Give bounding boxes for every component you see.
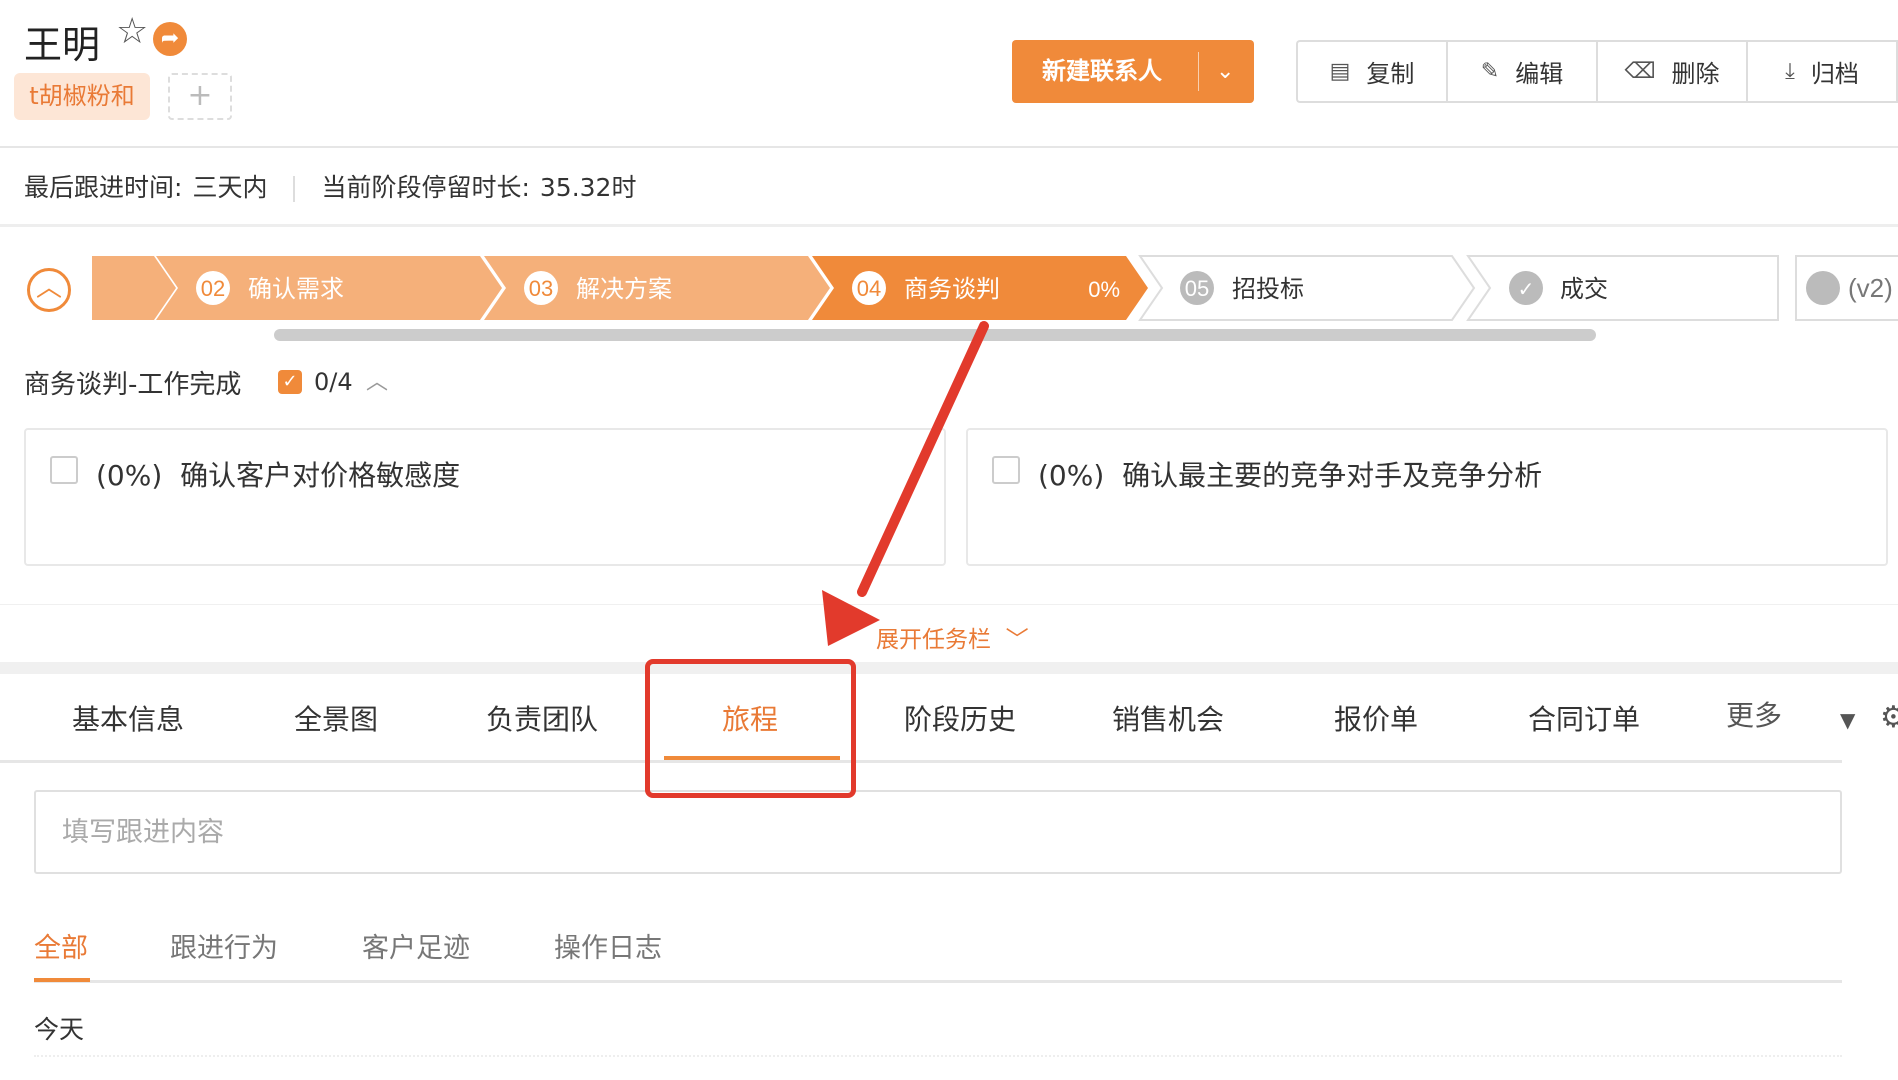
task-card: (0%) 确认客户对价格敏感度 — [24, 428, 946, 566]
stage-step-03[interactable]: 03 解决方案 — [484, 256, 830, 320]
copy-button[interactable]: ▤ 复制 — [1298, 42, 1448, 101]
task-text: (0%) 确认客户对价格敏感度 — [96, 459, 461, 492]
action-button-group: ▤ 复制 ✎ 编辑 ⌫ 删除 ⤓ 归档 — [1296, 40, 1898, 103]
record-meta: 最后跟进时间: 三天内 当前阶段停留时长: 35.32时 — [24, 168, 636, 204]
tab-row-divider — [0, 760, 1842, 763]
expand-task-bar-link[interactable]: 展开任务栏 ﹀ — [876, 620, 1029, 654]
new-contact-label: 新建联系人 — [1042, 57, 1162, 85]
collapse-stage-button[interactable]: ︿ — [27, 268, 71, 312]
task-section-title: 商务谈判-工作完成 — [24, 370, 242, 400]
edit-label: 编辑 — [1515, 60, 1564, 88]
stage-label: 成交 — [1560, 275, 1608, 303]
stage-progress-bar: 02 确认需求 03 解决方案 04 商务谈判 0% 05 招投标 ✓ 成交 (… — [92, 255, 1898, 321]
subtab-all[interactable]: 全部 — [34, 926, 88, 965]
followup-input-box[interactable] — [34, 790, 1842, 874]
tab-basic-info[interactable]: 基本信息 — [72, 698, 184, 738]
edit-icon: ✎ — [1480, 59, 1500, 84]
tab-contracts[interactable]: 合同订单 — [1528, 698, 1640, 738]
edit-button[interactable]: ✎ 编辑 — [1448, 42, 1598, 101]
delete-button[interactable]: ⌫ 删除 — [1598, 42, 1748, 101]
check-icon: ✓ — [1518, 277, 1535, 301]
new-contact-button[interactable]: 新建联系人 ⌄ — [1012, 40, 1254, 103]
stage-step-closed[interactable]: ✓ 成交 — [1466, 255, 1779, 321]
copy-icon: ▤ — [1329, 59, 1351, 84]
chevron-up-icon[interactable]: ︿ — [366, 364, 388, 396]
stage-num: 05 — [1185, 276, 1209, 301]
timeline-group-label: 今天 — [34, 1015, 85, 1044]
subtab-followup-actions[interactable]: 跟进行为 — [170, 926, 278, 965]
add-tag-button[interactable]: + — [168, 73, 232, 120]
stage-num: 03 — [529, 276, 553, 301]
annotation-highlight-box — [645, 659, 856, 798]
meta-divider — [293, 176, 296, 202]
tab-stage-history[interactable]: 阶段历史 — [904, 698, 1016, 738]
checkbox-icon: ✓ — [278, 370, 302, 394]
tab-panorama[interactable]: 全景图 — [294, 698, 378, 738]
last-followup-value: 三天内 — [192, 173, 268, 202]
archive-button[interactable]: ⤓ 归档 — [1748, 42, 1898, 101]
stage-scrollbar[interactable] — [274, 329, 1596, 341]
stage-duration-label: 当前阶段停留时长: — [321, 173, 530, 202]
timeline-divider — [34, 1055, 1842, 1057]
share-icon[interactable]: ➦ — [153, 22, 187, 56]
stage-label: 解决方案 — [576, 275, 672, 303]
stage-label: (v2) — [1848, 273, 1893, 303]
tab-team[interactable]: 负责团队 — [486, 698, 598, 738]
task-text: (0%) 确认最主要的竞争对手及竞争分析 — [1038, 459, 1543, 492]
caret-down-icon[interactable]: ▼ — [1840, 708, 1855, 732]
subtab-operation-log[interactable]: 操作日志 — [554, 926, 662, 965]
chevron-down-icon[interactable]: ⌄ — [1216, 40, 1234, 103]
task-card: (0%) 确认最主要的竞争对手及竞争分析 — [966, 428, 1888, 566]
task-checkbox[interactable] — [50, 456, 78, 484]
delete-label: 删除 — [1671, 60, 1720, 88]
record-title: 王明 — [24, 23, 101, 67]
section-separator — [0, 662, 1898, 674]
record-tag[interactable]: t胡椒粉和 — [14, 73, 150, 120]
stage-label: 商务谈判 — [904, 275, 1000, 303]
gear-icon[interactable]: ⚙ — [1880, 700, 1898, 735]
copy-label: 复制 — [1366, 60, 1415, 88]
stage-duration-value: 35.32时 — [539, 173, 637, 202]
stage-percent: 0% — [1088, 277, 1120, 302]
subtab-customer-footprint[interactable]: 客户足迹 — [362, 926, 470, 965]
archive-label: 归档 — [1810, 60, 1859, 88]
tab-more[interactable]: 更多 — [1726, 694, 1782, 734]
stage-label: 招投标 — [1232, 275, 1304, 303]
last-followup-label: 最后跟进时间: — [24, 173, 183, 202]
task-count: 0/4 — [314, 368, 353, 396]
stage-step-02[interactable]: 02 确认需求 — [156, 256, 502, 320]
stage-step-v2[interactable]: (v2) — [1795, 255, 1898, 321]
stage-num: 04 — [857, 276, 881, 301]
stage-label: 确认需求 — [248, 275, 344, 303]
divider — [0, 604, 1898, 605]
archive-icon: ⤓ — [1785, 59, 1795, 84]
task-checkbox[interactable] — [992, 456, 1020, 484]
stage-step-04-current[interactable]: 04 商务谈判 0% — [812, 256, 1148, 320]
star-icon[interactable]: ☆ — [116, 14, 148, 50]
tab-opportunities[interactable]: 销售机会 — [1112, 698, 1224, 738]
tab-quotes[interactable]: 报价单 — [1334, 698, 1418, 738]
followup-input[interactable] — [36, 792, 1840, 872]
trash-icon: ⌫ — [1624, 59, 1656, 84]
active-subtab-indicator — [34, 978, 90, 982]
stage-step-05[interactable]: 05 招投标 — [1138, 255, 1476, 321]
divider — [0, 146, 1898, 148]
divider — [0, 224, 1898, 227]
stage-num: 02 — [201, 276, 225, 301]
chevron-down-icon: ﹀ — [1005, 627, 1029, 653]
button-divider — [1198, 52, 1199, 91]
subtab-row-divider — [34, 980, 1842, 983]
